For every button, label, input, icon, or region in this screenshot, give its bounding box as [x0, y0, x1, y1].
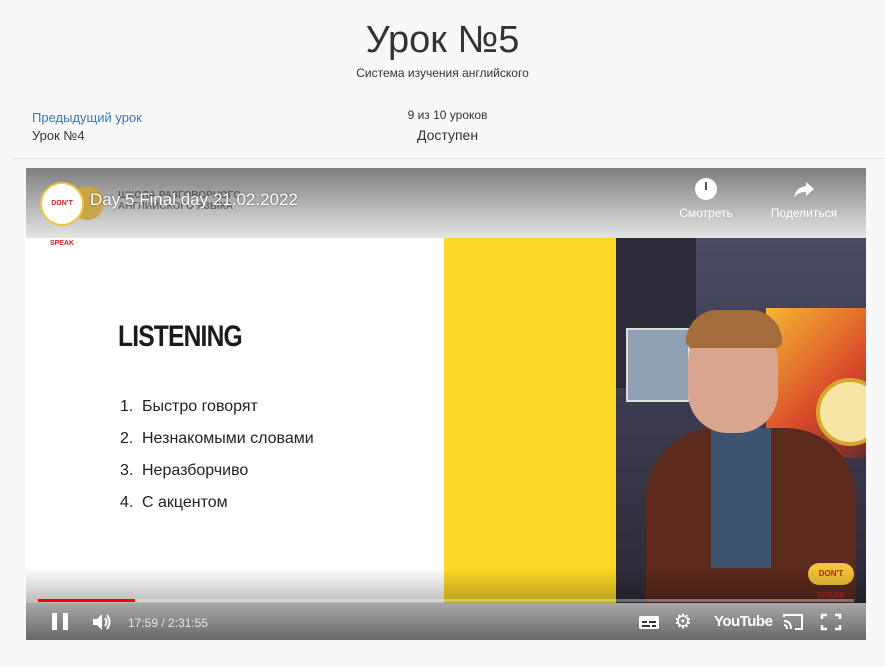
webcam-frame: DON'T SPEAK	[616, 238, 866, 603]
subtitles-button[interactable]	[638, 610, 660, 634]
settings-button[interactable]: ⚙	[674, 610, 696, 634]
lesson-navigation: Предыдущий урок Урок №4 9 из 10 уроков Д…	[0, 100, 885, 158]
time-display: 17:59 / 2:31:55	[128, 616, 209, 630]
lesson-progress: 9 из 10 уроков	[407, 108, 488, 122]
subtitles-icon	[639, 616, 659, 629]
slide-accent-panel	[444, 238, 616, 603]
gear-icon: ⚙	[674, 611, 692, 633]
presenter-shirt	[711, 428, 771, 568]
share-button[interactable]: Поделиться	[764, 178, 844, 220]
page-title: Урок №5	[365, 19, 520, 61]
slide-list-item: 2. Незнакомыми словами	[120, 430, 314, 447]
presenter-hair	[686, 310, 782, 348]
cast-icon	[783, 614, 803, 630]
slide-list-item: 3. Неразборчиво	[120, 462, 249, 479]
pause-button[interactable]	[52, 610, 70, 634]
slide-heading: LISTENING	[118, 320, 243, 353]
channel-avatar[interactable]: DON'T SPEAK	[40, 182, 84, 247]
video-player[interactable]: DON'T SPEAK LISTENING 1.Быстро говорят 2…	[26, 168, 866, 640]
video-title[interactable]: Day 5 Final day 21.02.2022	[90, 190, 298, 210]
page-subtitle: Система изучения английского	[356, 66, 529, 80]
clock-icon	[695, 178, 717, 200]
progress-bar-fill	[38, 599, 136, 602]
fullscreen-icon	[820, 613, 842, 631]
player-controls: 17:59 / 2:31:55 ⚙ YouTube	[26, 606, 866, 638]
watch-later-button[interactable]: Смотреть	[666, 178, 746, 220]
lesson-header: Урок №5 Система изучения английского	[0, 0, 885, 100]
slide-list-item: 4. С акцентом	[120, 494, 228, 511]
divider	[12, 158, 882, 159]
volume-icon	[93, 614, 111, 630]
cast-button[interactable]	[782, 610, 804, 634]
share-arrow-icon	[793, 178, 815, 200]
volume-button[interactable]	[90, 610, 114, 634]
poster-shape	[626, 328, 690, 402]
youtube-logo-button[interactable]: YouTube	[714, 610, 774, 634]
lesson-status: Доступен	[416, 127, 479, 143]
progress-bar[interactable]	[38, 599, 854, 602]
fullscreen-button[interactable]	[820, 610, 842, 634]
slide-list: 1. Быстро говорят 2. Незнакомыми словами 3…	[120, 394, 314, 522]
slide-list-item: 1. Быстро говорят	[120, 398, 258, 415]
